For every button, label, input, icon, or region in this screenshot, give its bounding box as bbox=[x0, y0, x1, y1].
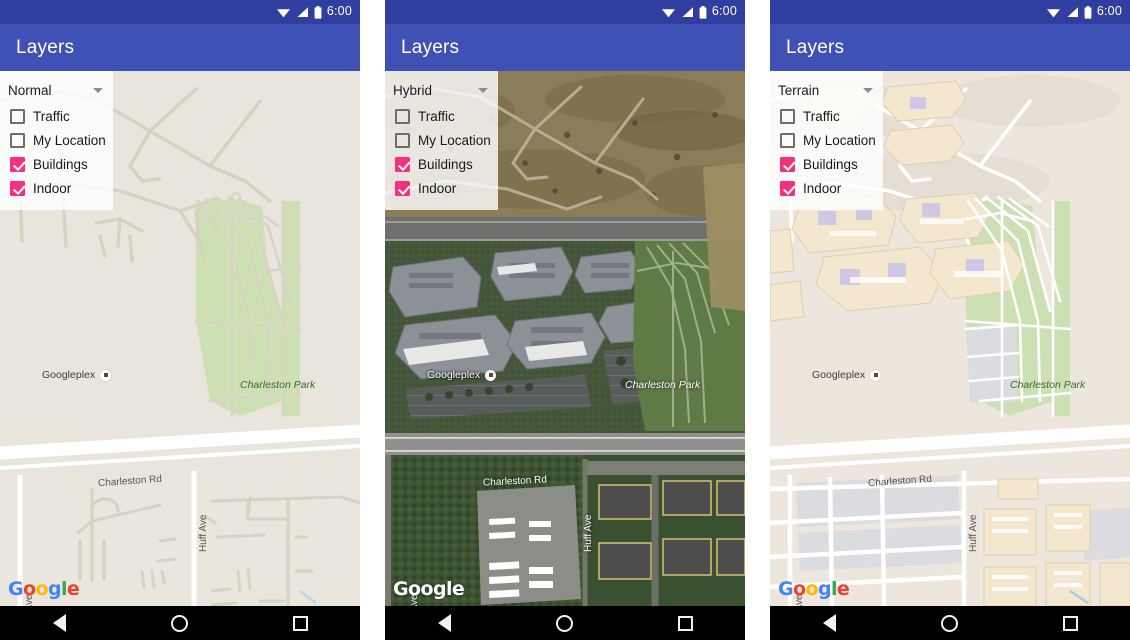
app-bar-title: Layers bbox=[401, 36, 460, 58]
home-button-icon[interactable] bbox=[170, 614, 188, 632]
back-button-icon[interactable] bbox=[822, 614, 836, 632]
checkbox-indoor[interactable] bbox=[780, 180, 795, 196]
checkbox-label-buildings: Buildings bbox=[418, 156, 473, 172]
screenshot-root: 6:00 Layers Googleplex Charleston Park C… bbox=[0, 0, 1130, 640]
phone-screen-hybrid: 6:00 Layers Googleplex Charleston Park C… bbox=[385, 0, 745, 640]
map-type-value: Hybrid bbox=[393, 83, 433, 98]
checkbox-label-my-location: My Location bbox=[33, 132, 106, 148]
battery-icon bbox=[314, 5, 322, 19]
phone-screen-terrain: 6:00 Layers Googleplex Charleston Park C… bbox=[770, 0, 1130, 640]
checkbox-row-my-location[interactable]: My Location bbox=[385, 128, 498, 152]
checkbox-indoor[interactable] bbox=[10, 180, 25, 196]
google-watermark: Google bbox=[8, 578, 80, 600]
recents-button-icon[interactable] bbox=[677, 615, 693, 631]
map-type-spinner-normal[interactable]: Normal bbox=[0, 79, 113, 104]
checkbox-label-my-location: My Location bbox=[418, 132, 491, 148]
checkbox-label-indoor: Indoor bbox=[33, 180, 72, 196]
map-type-value: Terrain bbox=[778, 83, 820, 98]
layers-control-panel-hybrid[interactable]: Hybrid Traffic My Location Buildings Ind… bbox=[385, 71, 498, 210]
checkbox-buildings[interactable] bbox=[10, 156, 25, 172]
signal-icon bbox=[682, 7, 693, 17]
map-view-hybrid[interactable]: Googleplex Charleston Park Charleston Rd… bbox=[385, 71, 745, 606]
checkbox-row-indoor[interactable]: Indoor bbox=[385, 176, 498, 200]
map-view-normal[interactable]: Googleplex Charleston Park Charleston Rd… bbox=[0, 71, 360, 606]
wifi-icon bbox=[1046, 9, 1060, 18]
recents-button-icon[interactable] bbox=[292, 615, 308, 631]
checkbox-label-traffic: Traffic bbox=[33, 108, 70, 124]
checkbox-row-buildings[interactable]: Buildings bbox=[770, 152, 883, 176]
chevron-down-icon bbox=[863, 88, 873, 93]
layers-control-panel-terrain[interactable]: Terrain Traffic My Location Buildings In… bbox=[770, 71, 883, 210]
checkbox-label-traffic: Traffic bbox=[803, 108, 840, 124]
checkbox-row-my-location[interactable]: My Location bbox=[0, 128, 113, 152]
battery-icon bbox=[1084, 5, 1092, 19]
checkbox-label-buildings: Buildings bbox=[33, 156, 88, 172]
app-bar: Layers bbox=[770, 24, 1130, 71]
home-button-icon[interactable] bbox=[940, 614, 958, 632]
status-bar-clock: 6:00 bbox=[711, 4, 737, 19]
back-button-icon[interactable] bbox=[52, 614, 66, 632]
checkbox-traffic[interactable] bbox=[10, 108, 25, 124]
checkbox-row-buildings[interactable]: Buildings bbox=[385, 152, 498, 176]
checkbox-buildings[interactable] bbox=[395, 156, 410, 172]
checkbox-label-indoor: Indoor bbox=[418, 180, 457, 196]
navigation-bar bbox=[0, 606, 360, 640]
checkbox-row-indoor[interactable]: Indoor bbox=[770, 176, 883, 200]
google-watermark: Google bbox=[778, 578, 850, 600]
checkbox-row-indoor[interactable]: Indoor bbox=[0, 176, 113, 200]
signal-icon bbox=[1067, 7, 1078, 17]
layers-control-panel-normal[interactable]: Normal Traffic My Location Buildings Ind… bbox=[0, 71, 113, 210]
checkbox-my-location[interactable] bbox=[780, 132, 795, 148]
app-bar-title: Layers bbox=[786, 36, 845, 58]
recents-button-icon[interactable] bbox=[1062, 615, 1078, 631]
checkbox-row-my-location[interactable]: My Location bbox=[770, 128, 883, 152]
chevron-down-icon bbox=[93, 88, 103, 93]
checkbox-row-buildings[interactable]: Buildings bbox=[0, 152, 113, 176]
checkbox-row-traffic[interactable]: Traffic bbox=[385, 104, 498, 128]
checkbox-traffic[interactable] bbox=[780, 108, 795, 124]
map-type-spinner-terrain[interactable]: Terrain bbox=[770, 79, 883, 104]
app-bar: Layers bbox=[385, 24, 745, 71]
wifi-icon bbox=[276, 9, 290, 18]
status-bar: 6:00 bbox=[770, 0, 1130, 24]
checkbox-label-buildings: Buildings bbox=[803, 156, 858, 172]
home-button-icon[interactable] bbox=[555, 614, 573, 632]
app-bar-title: Layers bbox=[16, 36, 75, 58]
navigation-bar bbox=[385, 606, 745, 640]
battery-icon bbox=[699, 5, 707, 19]
checkbox-label-traffic: Traffic bbox=[418, 108, 455, 124]
map-type-value: Normal bbox=[8, 83, 52, 98]
status-bar-clock: 6:00 bbox=[1096, 4, 1122, 19]
navigation-bar bbox=[770, 606, 1130, 640]
chevron-down-icon bbox=[478, 88, 488, 93]
back-button-icon[interactable] bbox=[437, 614, 451, 632]
phone-screen-normal: 6:00 Layers Googleplex Charleston Park C… bbox=[0, 0, 360, 640]
checkbox-my-location[interactable] bbox=[10, 132, 25, 148]
status-bar: 6:00 bbox=[385, 0, 745, 24]
checkbox-my-location[interactable] bbox=[395, 132, 410, 148]
wifi-icon bbox=[661, 9, 675, 18]
signal-icon bbox=[297, 7, 308, 17]
google-watermark: Google bbox=[393, 578, 465, 600]
status-bar: 6:00 bbox=[0, 0, 360, 24]
checkbox-row-traffic[interactable]: Traffic bbox=[770, 104, 883, 128]
checkbox-traffic[interactable] bbox=[395, 108, 410, 124]
map-view-terrain[interactable]: Googleplex Charleston Park Charleston Rd… bbox=[770, 71, 1130, 606]
checkbox-label-my-location: My Location bbox=[803, 132, 876, 148]
checkbox-buildings[interactable] bbox=[780, 156, 795, 172]
status-bar-clock: 6:00 bbox=[326, 4, 352, 19]
map-type-spinner-hybrid[interactable]: Hybrid bbox=[385, 79, 498, 104]
checkbox-indoor[interactable] bbox=[395, 180, 410, 196]
app-bar: Layers bbox=[0, 24, 360, 71]
checkbox-row-traffic[interactable]: Traffic bbox=[0, 104, 113, 128]
checkbox-label-indoor: Indoor bbox=[803, 180, 842, 196]
